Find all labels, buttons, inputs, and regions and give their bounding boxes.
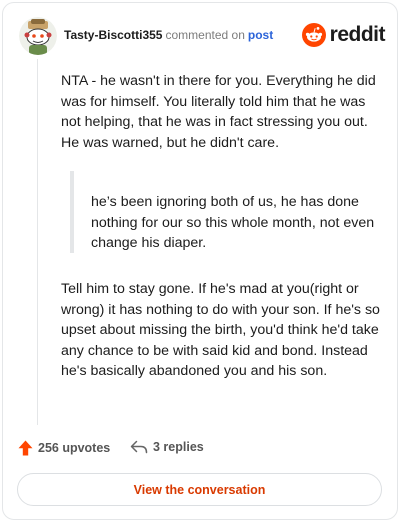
quote-text: he’s been ignoring both of us, he has do…	[91, 194, 375, 251]
reply-arrow-icon	[130, 440, 148, 454]
snoo-avatar-icon[interactable]	[19, 17, 57, 55]
username-link[interactable]: Tasty-Biscotti355	[64, 28, 162, 42]
upvote-button[interactable]: 256 upvotes	[18, 440, 110, 456]
comment-paragraph: NTA - he wasn't in there for you. Everyt…	[61, 73, 376, 151]
view-conversation-button[interactable]: View the conversation	[17, 473, 382, 506]
reddit-logo-icon	[301, 23, 326, 47]
blockquote: he’s been ignoring both of us, he has do…	[70, 171, 374, 253]
upvote-arrow-icon	[18, 440, 33, 456]
comment-footer: 256 upvotes 3 replies	[18, 440, 378, 460]
reddit-brand[interactable]: reddit	[301, 22, 386, 48]
replies-button[interactable]: 3 replies	[130, 440, 204, 454]
thread-line[interactable]	[37, 59, 38, 425]
upvote-count: 256 upvotes	[38, 441, 111, 455]
comment-header: Tasty-Biscotti355 commented on post reddit	[19, 17, 386, 57]
replies-count: 3 replies	[153, 440, 204, 454]
action-text: commented on	[165, 28, 245, 42]
comment-paragraph: Tell him to stay gone. If he's mad at yo…	[61, 281, 380, 379]
comment-meta: Tasty-Biscotti355 commented on post	[64, 28, 273, 42]
post-link[interactable]: post	[248, 28, 273, 42]
brand-wordmark: reddit	[329, 23, 386, 46]
